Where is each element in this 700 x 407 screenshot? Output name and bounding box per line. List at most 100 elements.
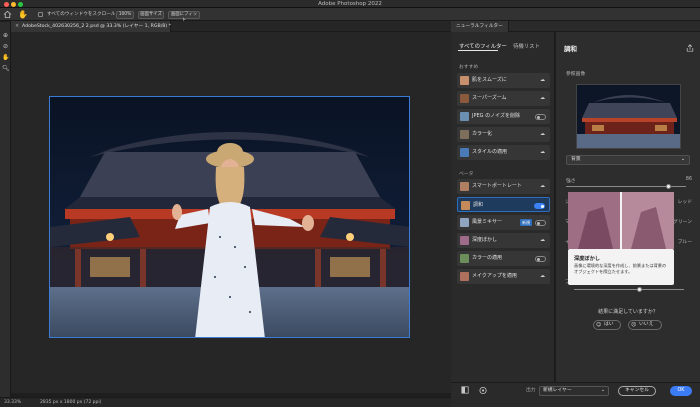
filter-item[interactable]: 深度ぼかし ☁ [457,233,550,248]
cancel-button[interactable]: キャンセル [618,386,656,396]
filter-item[interactable]: スタイルの適用 ☁ [457,145,550,160]
tooltip-body: 画像に環境的な深度を作成し、前景または背景のオブジェクトを際立たせます。 [574,263,667,274]
cloud-download-icon[interactable]: ☁ [540,233,545,248]
reference-image-illustration [577,85,680,148]
cloud-download-icon[interactable]: ☁ [540,91,545,106]
brightness-slider-track[interactable] [574,289,684,290]
cloud-download-icon[interactable]: ☁ [540,145,545,160]
filter-item[interactable]: カラー化 ☁ [457,127,550,142]
new-badge: 新規 [520,219,532,226]
filter-thumbnail [460,236,469,245]
close-tab-icon[interactable]: × [15,21,19,32]
document-image[interactable] [49,96,410,338]
filter-name: 調和 [473,202,484,208]
filter-thumbnail [460,218,469,227]
filter-item[interactable]: 肌をスムーズに ☁ [457,73,550,88]
ok-button[interactable]: OK [670,386,692,396]
reference-image-label: 参照画像 [566,72,586,77]
tooltip-title: 深度ぼかし [574,256,600,262]
reference-image[interactable] [576,84,681,149]
canvas-area[interactable] [11,32,451,393]
scroll-all-windows-label: すべてのウィンドウをスクロール [47,12,116,17]
filter-item[interactable]: メイクアップを適用 ☁ [457,269,550,284]
toggle-knob [537,222,540,225]
filter-thumbnail [460,254,469,263]
hand-tool-icon[interactable]: ✋ [2,54,9,61]
fit-screen-button[interactable]: 画面サイズ [138,11,164,19]
document-tab-label: AdobeStock_402630256_2 2.psd @ 33.3% (レイ… [22,24,171,29]
chevron-down-icon: ⌄ [680,157,685,162]
toggle-knob [541,205,544,208]
filter-toggle[interactable] [535,220,546,226]
filter-title: 調和 [564,45,577,53]
scroll-all-windows-checkbox[interactable] [38,12,43,17]
layer-source-value: 背景 [571,157,581,162]
filter-name: 深度ぼかし [472,237,498,243]
layer-preview-icon[interactable] [461,386,469,394]
zoom-tool-icon[interactable]: 🔍︎ [2,65,10,72]
cloud-download-icon[interactable]: ☁ [540,127,545,142]
filter-thumbnail [460,272,469,281]
cloud-download-icon[interactable]: ☁ [540,179,545,194]
filter-toggle[interactable] [535,114,546,120]
move-tool-icon[interactable]: ⊕ [2,32,9,39]
layer-source-dropdown[interactable]: 背景 ⌄ [566,155,690,165]
brightness-slider-knob[interactable] [637,287,642,292]
filter-item[interactable]: スーパーズーム ☁ [457,91,550,106]
tooltip-preview-image [568,192,674,249]
filter-name: 風景ミキサー [472,219,503,225]
filter-thumbnail [460,112,469,121]
slider-label-blue: ブルー [677,240,692,245]
toggle-knob [537,116,540,119]
document-tab[interactable]: × AdobeStock_402630256_2 2.psd @ 33.3% (… [11,21,171,32]
tab-wait-list[interactable]: 待機リスト [513,42,540,50]
show-preview-icon[interactable] [479,386,488,395]
feedback-yes-label: はい [604,322,614,327]
filter-thumbnail [461,201,470,210]
filter-item[interactable]: 調和 [457,197,550,212]
strength-slider-knob[interactable] [666,184,672,189]
filter-thumbnail [460,182,469,191]
zoom-level[interactable]: 33.33% [4,398,21,407]
filter-item[interactable]: カラーの適用 [457,251,550,266]
filter-thumbnail [460,76,469,85]
output-value: 新規レイヤー [543,388,572,393]
filter-name: スーパーズーム [472,95,507,101]
tab-all-filters[interactable]: すべてのフィルター [459,42,507,50]
fill-screen-button[interactable]: 画面にフィット [168,11,200,23]
tooltip-preview-illustration [568,192,674,249]
filter-toggle[interactable] [535,256,546,262]
filter-item[interactable]: JPEG のノイズを削除 [457,109,550,124]
cloud-download-icon[interactable]: ☁ [540,269,545,284]
filter-thumbnail [460,130,469,139]
smooth-tool-icon[interactable]: ⊘ [2,43,9,50]
cloud-download-icon[interactable]: ☁ [540,73,545,88]
options-bar: ✋ すべてのウィンドウをスクロール 100% 画面サイズ 画面にフィット [0,8,700,23]
feedback-yes-button[interactable]: ☺ はい [593,320,621,330]
neural-filters-tab[interactable]: ニューラルフィルター [451,21,509,32]
hand-tool-icon[interactable]: ✋ [18,10,28,19]
slider-label-green: グリーン [673,220,692,225]
export-icon[interactable] [686,44,694,52]
filter-toggle[interactable] [534,203,545,209]
thumbs-down-icon: ☹ [631,322,637,328]
filter-item[interactable]: 風景ミキサー 新規 [457,215,550,230]
chevron-down-icon: ⌄ [600,388,605,393]
feedback-no-button[interactable]: ☹ いいえ [628,320,662,330]
filter-thumbnail [460,148,469,157]
beta-section-title: ベータ [459,172,474,177]
filter-name: カラーの適用 [472,255,503,261]
filter-name: 肌をスムーズに [472,77,507,83]
zoom-100-button[interactable]: 100% [116,11,134,19]
document-tabs: × AdobeStock_402630256_2 2.psd @ 33.3% (… [11,21,451,32]
feedback-question: 結果に満足していますか？ [598,309,658,315]
filter-item[interactable]: スマートポートレート ☁ [457,179,550,194]
output-label: 出力 [526,388,536,393]
output-select[interactable]: 新規レイヤー ⌄ [539,386,609,396]
strength-value: 86 [685,177,692,182]
featured-section-title: おすすめ [459,65,479,70]
tools-bar: ⊕ ⊘ ✋ 🔍︎ [0,22,11,407]
toggle-knob [537,258,540,261]
thumbs-up-icon: ☺ [596,322,602,328]
home-icon[interactable] [3,10,12,19]
